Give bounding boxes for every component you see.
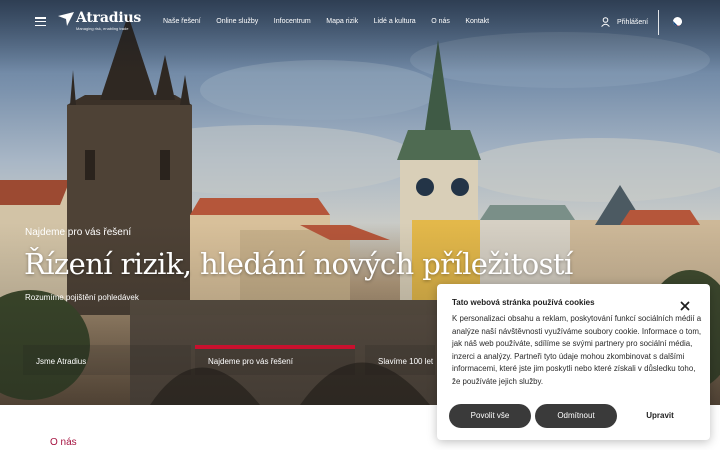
slider-tab-jsme-atradius[interactable]: Jsme Atradius <box>23 345 191 375</box>
nav-item-mapa-rizik[interactable]: Mapa rizik <box>326 18 358 25</box>
login-label: Přihlášení <box>617 18 649 26</box>
user-icon <box>601 17 610 27</box>
atradius-logo[interactable]: Atradius Managing risk, enabling trade <box>58 11 141 32</box>
cookie-dialog-title: Tato webová stránka používá cookies <box>452 298 595 307</box>
slider-tab-label: Slavíme 100 let <box>378 357 434 366</box>
hamburger-menu-icon[interactable] <box>35 17 46 27</box>
login-link[interactable]: Přihlášení <box>601 17 648 27</box>
page: Atradius Managing risk, enabling trade N… <box>0 0 720 450</box>
slider-tab-label: Jsme Atradius <box>36 357 87 366</box>
nav-item-nase-reseni[interactable]: Naše řešení <box>163 18 201 25</box>
slider-tab-najdeme-pro-vas-reseni[interactable]: Najdeme pro vás řešení <box>195 345 355 375</box>
main-nav: Naše řešení Online služby Infocentrum Ma… <box>163 18 505 25</box>
atradius-bird-icon <box>58 12 74 26</box>
nav-item-infocentrum[interactable]: Infocentrum <box>274 18 311 25</box>
hero-tagline: Najdeme pro vás řešení <box>25 227 132 238</box>
nav-item-o-nas[interactable]: O nás <box>431 18 450 25</box>
cookie-consent-dialog: Tato webová stránka používá cookies K pe… <box>437 284 710 440</box>
nav-item-kontakt[interactable]: Kontakt <box>465 18 489 25</box>
czech-flag-icon[interactable] <box>673 17 682 26</box>
nav-item-online-sluzby[interactable]: Online služby <box>216 18 258 25</box>
close-icon[interactable] <box>680 301 690 311</box>
top-navigation: Atradius Managing risk, enabling trade N… <box>0 0 720 45</box>
logo-tagline: Managing risk, enabling trade <box>76 26 129 31</box>
edit-settings-button[interactable]: Upravit <box>621 404 699 428</box>
active-tab-indicator <box>195 345 355 349</box>
nav-divider <box>658 10 659 35</box>
slider-tab-slavime-100-let[interactable]: Slavíme 100 let <box>365 345 435 375</box>
hero-subtitle: Rozumíme pojištění pohledávek <box>25 293 139 302</box>
slider-tab-label: Najdeme pro vás řešení <box>208 357 293 366</box>
cookie-dialog-text: K personalizaci obsahu a reklam, poskyto… <box>452 314 702 386</box>
logo-name: Atradius <box>76 10 142 26</box>
allow-all-button[interactable]: Povolit vše <box>449 404 531 428</box>
reject-button[interactable]: Odmítnout <box>535 404 617 428</box>
section-label-o-nas: O nás <box>50 437 77 448</box>
hero-title: Řízení rizik, hledání nových příležitost… <box>24 247 573 281</box>
nav-item-lide-a-kultura[interactable]: Lidé a kultura <box>374 18 416 25</box>
